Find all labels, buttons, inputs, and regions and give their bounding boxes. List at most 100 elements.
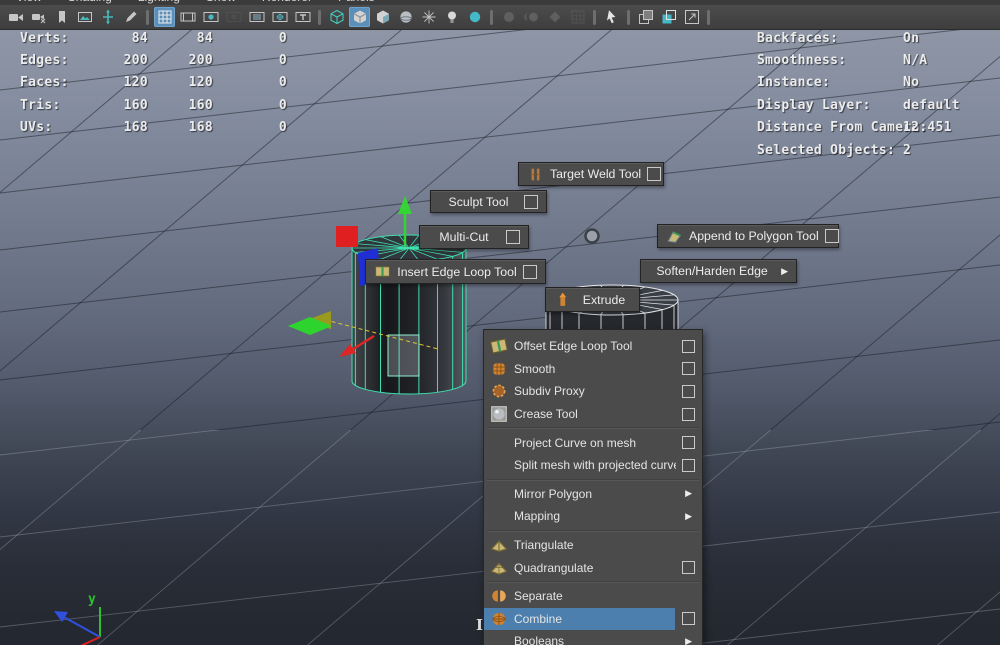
menu-item-offset-edge-loop-tool[interactable]: Offset Edge Loop Tool [484, 335, 702, 358]
menu-item-subdiv-proxy[interactable]: Subdiv Proxy [484, 380, 702, 403]
xray-active-icon[interactable] [658, 7, 679, 27]
menu-separator [487, 529, 699, 532]
submenu-arrow-icon [685, 488, 692, 499]
menu-separator [487, 478, 699, 481]
shadows-icon[interactable] [464, 7, 485, 27]
submenu-arrow-icon [685, 636, 692, 645]
marking-item-label: Sculpt Tool [448, 194, 509, 209]
menu-shading[interactable]: Shading [68, 0, 112, 4]
pan-zoom-icon[interactable] [97, 7, 118, 27]
gate-mask-icon[interactable] [223, 7, 244, 27]
option-box[interactable] [647, 167, 662, 181]
toolbar-separator [593, 9, 596, 25]
hud-row-tris: Tris: 160 160 0 [20, 97, 287, 113]
menu-item-mapping[interactable]: Mapping [484, 505, 702, 528]
safe-title-icon[interactable] [292, 7, 313, 27]
textured-icon[interactable] [372, 7, 393, 27]
marking-item-extrude[interactable]: Extrude [545, 287, 640, 312]
marking-item-label: Extrude [582, 292, 626, 307]
menu-lighting[interactable]: Lighting [138, 0, 180, 4]
motion-blur-icon[interactable] [521, 7, 542, 27]
menu-item-label: Split mesh with projected curve [514, 458, 676, 473]
camera-select-icon[interactable] [28, 7, 49, 27]
option-box[interactable] [682, 612, 695, 626]
marking-item-append-to-polygon-tool[interactable]: Append to Polygon Tool [657, 224, 839, 248]
selected-face[interactable] [387, 334, 420, 377]
menu-item-split-mesh-with-projected-curve[interactable]: Split mesh with projected curve [484, 454, 702, 477]
menu-separator [487, 427, 699, 430]
grease-pencil-icon[interactable] [120, 7, 141, 27]
image-plane-icon[interactable] [74, 7, 95, 27]
menu-item-label: Offset Edge Loop Tool [514, 339, 633, 354]
menu-item-mirror-polygon[interactable]: Mirror Polygon [484, 483, 702, 506]
safe-action-icon[interactable] [269, 7, 290, 27]
menu-item-quadrangulate[interactable]: Quadrangulate [484, 556, 702, 579]
menu-item-label: Triangulate [514, 538, 574, 553]
hud-row-edges: Edges: 200 200 0 [20, 53, 287, 69]
option-box[interactable] [682, 458, 695, 472]
view-axis-gizmo [54, 607, 101, 645]
lighting-all-icon[interactable] [418, 7, 439, 27]
camera-icon[interactable] [5, 7, 26, 27]
menu-view[interactable]: View [16, 0, 42, 4]
manipulator-red-plane[interactable] [336, 226, 358, 247]
option-box[interactable] [523, 264, 537, 279]
bookmark-icon[interactable] [51, 7, 72, 27]
triangulate-icon [490, 536, 508, 554]
isolate-select-icon[interactable] [567, 7, 588, 27]
submenu-arrow-icon [781, 266, 788, 277]
option-box[interactable] [506, 230, 520, 244]
marking-item-multi-cut[interactable]: Multi-Cut [419, 225, 529, 249]
grid-icon[interactable] [154, 7, 175, 27]
menu-renderer[interactable]: Renderer [262, 0, 312, 4]
wireframe-icon[interactable] [326, 7, 347, 27]
option-box[interactable] [682, 362, 695, 376]
marking-item-label: Multi-Cut [439, 230, 489, 244]
marking-item-soften-harden-edge[interactable]: Soften/Harden Edge [640, 259, 797, 283]
option-box[interactable] [682, 561, 695, 575]
xray-icon[interactable] [635, 7, 656, 27]
option-box[interactable] [524, 194, 538, 209]
exposure-icon[interactable] [681, 7, 702, 27]
toolbar-separator [627, 9, 630, 25]
menu-item-project-curve-on-mesh[interactable]: Project Curve on mesh [484, 431, 702, 454]
select-object-icon[interactable] [601, 7, 622, 27]
menu-item-triangulate[interactable]: Triangulate [484, 534, 702, 557]
film-gate-icon[interactable] [177, 7, 198, 27]
menu-item-label: Combine [514, 611, 563, 626]
extrude-icon [554, 291, 571, 308]
menu-item-booleans[interactable]: Booleans [484, 630, 702, 645]
menu-item-label: Project Curve on mesh [514, 435, 637, 450]
option-box[interactable] [682, 436, 695, 450]
menu-item-crease-tool[interactable]: Crease Tool [484, 403, 702, 426]
lighting-bulb-icon[interactable] [441, 7, 462, 27]
field-chart-icon[interactable] [246, 7, 267, 27]
marking-item-sculpt-tool[interactable]: Sculpt Tool [430, 190, 547, 213]
option-box[interactable] [682, 407, 695, 421]
option-box[interactable] [682, 384, 695, 398]
shaded-icon[interactable] [349, 7, 370, 27]
menu-show[interactable]: Show [206, 0, 236, 4]
option-box[interactable] [682, 339, 695, 353]
marking-item-label: Target Weld Tool [550, 167, 642, 181]
menu-item-smooth[interactable]: Smooth [484, 358, 702, 381]
menu-panels[interactable]: Panels [338, 0, 375, 4]
marking-item-insert-edge-loop-tool[interactable]: Insert Edge Loop Tool [365, 259, 546, 284]
offset-edge-loop-icon [490, 337, 508, 355]
ssao-icon[interactable] [498, 7, 519, 27]
icon-spacer [490, 632, 508, 645]
option-box[interactable] [824, 229, 839, 243]
menu-item-label: Quadrangulate [514, 560, 594, 575]
icon-spacer [490, 456, 508, 474]
menu-item-combine[interactable]: Combine [484, 607, 702, 631]
polygon-context-menu: Offset Edge Loop Tool Smooth Subdiv Prox… [483, 329, 703, 645]
manipulator-y-arrow[interactable] [398, 196, 412, 214]
menu-item-label: Subdiv Proxy [514, 384, 585, 399]
multisample-icon[interactable] [544, 7, 565, 27]
icon-spacer [490, 507, 508, 525]
use-default-material-icon[interactable] [395, 7, 416, 27]
marking-item-label: Insert Edge Loop Tool [397, 264, 517, 279]
resolution-gate-icon[interactable] [200, 7, 221, 27]
marking-item-target-weld-tool[interactable]: Target Weld Tool [518, 162, 664, 186]
menu-item-separate[interactable]: Separate [484, 585, 702, 608]
